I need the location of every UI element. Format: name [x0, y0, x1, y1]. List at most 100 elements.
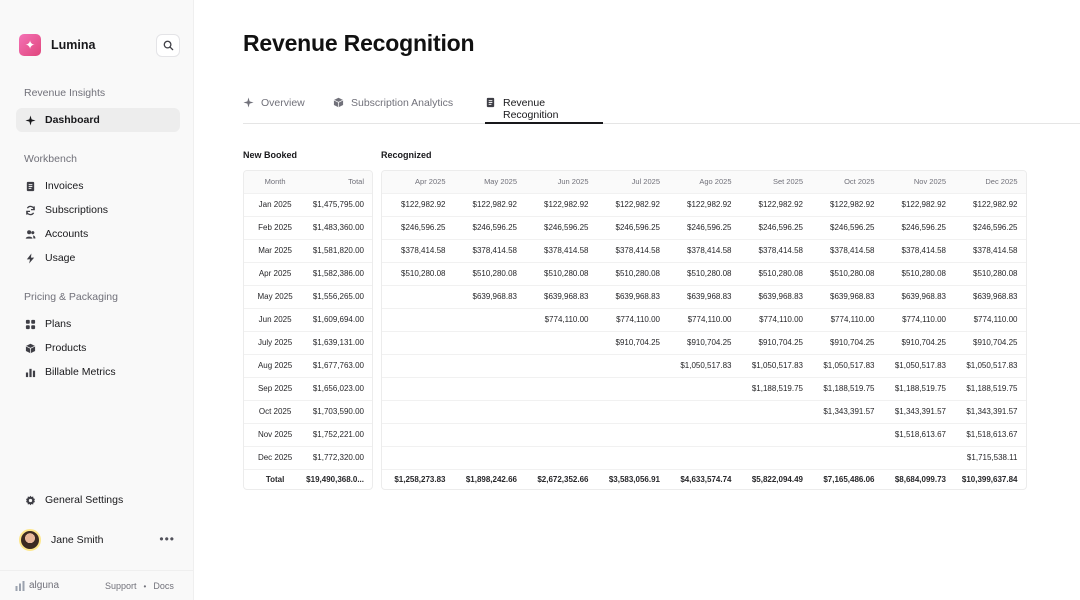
- recognized-cell: [382, 354, 454, 378]
- sidebar-item-plans[interactable]: Plans: [16, 312, 180, 336]
- recognized-cell: $246,596.25: [525, 216, 597, 240]
- recognized-cell: [882, 446, 954, 470]
- tab-label: Subscription Analytics: [351, 97, 454, 109]
- recognized-cell: $1,188,519.75: [882, 377, 954, 401]
- booked-month-cell: Feb 2025: [244, 216, 307, 240]
- recognized-cell: [525, 354, 597, 378]
- sidebar-item-billable-metrics[interactable]: Billable Metrics: [16, 360, 180, 384]
- recognized-cell: $910,704.25: [739, 331, 811, 355]
- grid-icon: [24, 318, 36, 330]
- recognized-cell: [525, 446, 597, 470]
- table-row: $639,968.83 $639,968.83 $639,968.83 $639,96…: [382, 285, 1026, 309]
- gear-icon: [24, 494, 36, 506]
- recognized-total-cell: $3,583,056.91: [608, 474, 660, 484]
- sparkle-icon: [243, 97, 254, 108]
- column-header: Jun 2025: [525, 171, 597, 194]
- total-label: Total: [265, 474, 285, 484]
- recognized-cell: $510,280.08: [954, 262, 1026, 286]
- tab-overview[interactable]: Overview: [243, 92, 305, 124]
- recognized-cell: $246,596.25: [811, 216, 883, 240]
- recognized-cell: $122,982.92: [525, 193, 597, 217]
- recognized-cell: $122,982.92: [382, 193, 454, 217]
- search-button[interactable]: [156, 34, 180, 57]
- table-total-row: $1,258,273.83 $1,898,242.66 $2,672,352.66 $…: [382, 469, 1026, 489]
- table-row: Oct 2025 $1,703,590.00: [244, 400, 372, 424]
- recognized-cell: [739, 423, 811, 447]
- recognized-cell: [739, 446, 811, 470]
- recognized-cell: [668, 400, 740, 424]
- recognized-cell: $510,280.08: [668, 262, 740, 286]
- booked-month-cell: Jun 2025: [244, 308, 307, 332]
- recognized-cell: $378,414.58: [453, 239, 525, 263]
- recognized-cell: $510,280.08: [596, 262, 668, 286]
- recognized-cell: [525, 423, 597, 447]
- recognized-cell: $510,280.08: [382, 262, 454, 286]
- footer-links: Support • Docs: [105, 581, 174, 591]
- recognized-cell: [453, 423, 525, 447]
- table-row: Mar 2025 $1,581,820.00: [244, 239, 372, 263]
- table-row: Dec 2025 $1,772,320.00: [244, 446, 372, 470]
- tab-revenue-recognition[interactable]: Revenue Recognition: [485, 92, 603, 124]
- recognized-cell: $910,704.25: [954, 331, 1026, 355]
- booked-grand-total: $19,490,368.0...: [306, 474, 364, 484]
- recognized-cell: $122,982.92: [596, 193, 668, 217]
- recognized-cell: $639,968.83: [453, 285, 525, 309]
- recognized-cell: [596, 354, 668, 378]
- column-header: Dec 2025: [954, 171, 1026, 194]
- recognized-cell: $246,596.25: [668, 216, 740, 240]
- table-row: $1,518,613.67 $1,518,613.67: [382, 423, 1026, 447]
- recognized-cell: $122,982.92: [811, 193, 883, 217]
- sidebar-item-accounts[interactable]: Accounts: [16, 222, 180, 246]
- recognized-title: Recognized: [381, 150, 432, 160]
- recognized-cell: [382, 400, 454, 424]
- recognized-cell: $122,982.92: [453, 193, 525, 217]
- recognized-cell: [382, 423, 454, 447]
- recognized-total-cell: $8,684,099.73: [894, 474, 946, 484]
- recognized-cell: $1,343,391.57: [811, 400, 883, 424]
- recognized-cell: $510,280.08: [453, 262, 525, 286]
- booked-total-cell: $1,581,820.00: [306, 239, 372, 263]
- brand[interactable]: ✦ Lumina: [19, 34, 95, 56]
- recognized-cell: [811, 423, 883, 447]
- recognized-cell: $910,704.25: [882, 331, 954, 355]
- recognized-total-cell: $5,822,094.49: [751, 474, 803, 484]
- sidebar-item-dashboard[interactable]: Dashboard: [16, 108, 180, 132]
- more-options-icon[interactable]: •••: [159, 532, 175, 546]
- bolt-icon: [24, 252, 36, 264]
- recognized-cell: [453, 331, 525, 355]
- booked-month-cell: Oct 2025: [244, 400, 307, 424]
- recognized-cell: $510,280.08: [811, 262, 883, 286]
- table-row: $1,715,538.11: [382, 446, 1026, 470]
- sidebar-item-products[interactable]: Products: [16, 336, 180, 360]
- recognized-cell: $246,596.25: [453, 216, 525, 240]
- sidebar-item-label: Products: [45, 342, 87, 354]
- recognized-cell: $1,050,517.83: [739, 354, 811, 378]
- support-link[interactable]: Support: [105, 581, 137, 591]
- docs-link[interactable]: Docs: [153, 581, 174, 591]
- user-profile[interactable]: Jane Smith •••: [19, 528, 179, 552]
- table-row: $378,414.58 $378,414.58 $378,414.58 $378,41…: [382, 239, 1026, 263]
- recognized-cell: $510,280.08: [739, 262, 811, 286]
- recognized-cell: $122,982.92: [882, 193, 954, 217]
- recognized-cell: $774,110.00: [811, 308, 883, 332]
- user-name: Jane Smith: [51, 534, 104, 546]
- sidebar-item-subscriptions[interactable]: Subscriptions: [16, 198, 180, 222]
- recognized-cell: $246,596.25: [382, 216, 454, 240]
- new-booked-table: Month Total Jan 2025 $1,475,795.00 Feb 202…: [243, 170, 373, 490]
- sidebar-item-invoices[interactable]: Invoices: [16, 174, 180, 198]
- sidebar-item-general-settings[interactable]: General Settings: [16, 488, 180, 512]
- table-row: $774,110.00 $774,110.00 $774,110.00 $774,11…: [382, 308, 1026, 332]
- tab-subscription-analytics[interactable]: Subscription Analytics: [333, 92, 453, 124]
- booked-month-cell: Aug 2025: [244, 354, 307, 378]
- recognized-cell: $774,110.00: [525, 308, 597, 332]
- recognized-cell: $774,110.00: [739, 308, 811, 332]
- recognized-cell: $910,704.25: [668, 331, 740, 355]
- table-row: Nov 2025 $1,752,221.00: [244, 423, 372, 447]
- booked-total-cell: $1,703,590.00: [306, 400, 372, 424]
- recognized-cell: [596, 446, 668, 470]
- booked-month-cell: Jan 2025: [244, 193, 307, 217]
- recognized-cell: $378,414.58: [811, 239, 883, 263]
- recognized-cell: $1,188,519.75: [811, 377, 883, 401]
- sidebar-item-usage[interactable]: Usage: [16, 246, 180, 270]
- recognized-cell: $639,968.83: [882, 285, 954, 309]
